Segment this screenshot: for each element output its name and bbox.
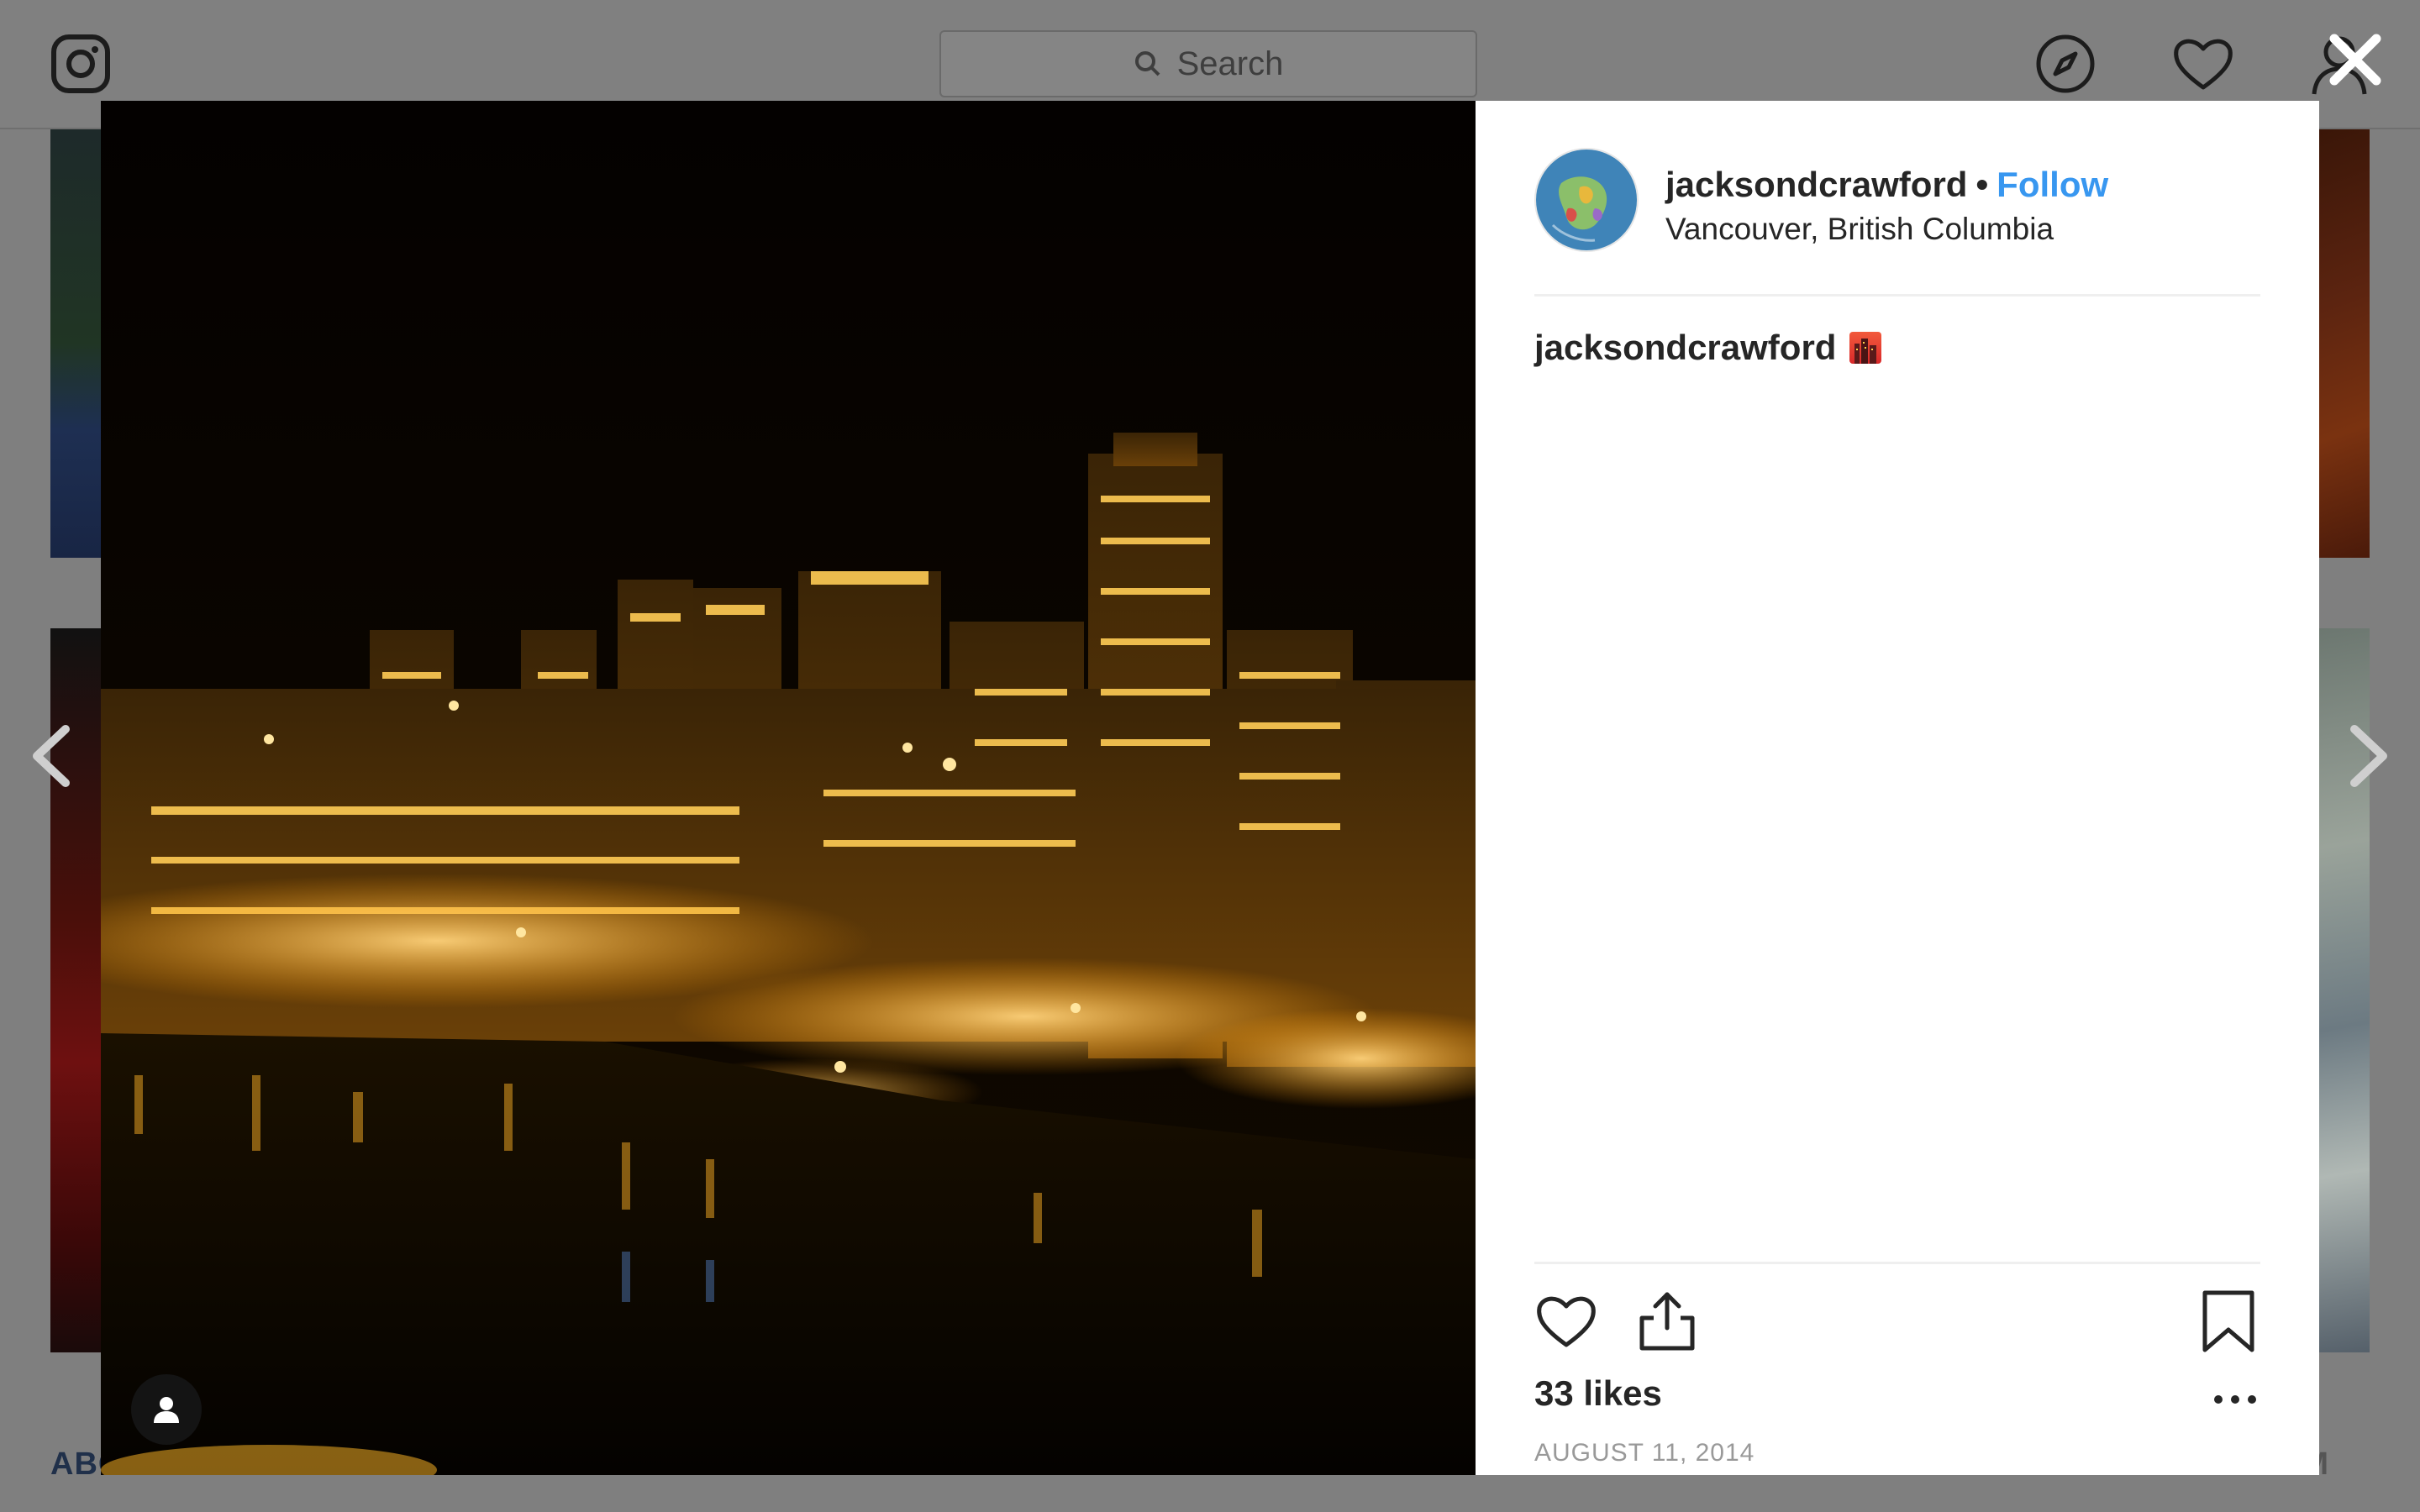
share-icon[interactable] [1635,1289,1699,1353]
search-input[interactable]: Search [939,30,1477,97]
follow-button[interactable]: Follow [1996,165,2108,204]
separator-dot: • [1975,165,1989,204]
city-night-photo [101,101,1476,1475]
compass-icon[interactable] [2033,32,2097,96]
post-sidebar: jacksondcrawford • Follow Vancouver, Briti… [1476,101,2319,1475]
post-modal: jacksondcrawford • Follow Vancouver, Briti… [101,101,2319,1475]
post-date: AUGUST 11, 2014 [1534,1439,1755,1467]
search-placeholder: Search [1176,45,1284,82]
tagged-users-button[interactable] [131,1374,202,1445]
post-header: jacksondcrawford • Follow Vancouver, Briti… [1534,148,2260,297]
bookmark-icon[interactable] [2196,1289,2260,1353]
more-icon[interactable] [2210,1387,2260,1412]
close-icon[interactable] [2326,30,2385,89]
post-caption: jacksondcrawford [1534,328,1882,368]
background-thumbnail [2319,129,2370,558]
post-location[interactable]: Vancouver, British Columbia [1665,212,2054,247]
globe-avatar-image [1536,150,1637,250]
post-author-line: jacksondcrawford • Follow [1665,165,2108,205]
post-actions-section: 33 likes AUGUST 11, 2014 [1534,1262,2260,1478]
likes-count[interactable]: 33 likes [1534,1373,1662,1414]
background-thumbnail [50,129,101,558]
chevron-right-icon[interactable] [2338,722,2396,790]
caption-username[interactable]: jacksondcrawford [1534,328,1836,368]
cityscape-at-dusk-emoji [1849,332,1882,364]
chevron-left-icon[interactable] [24,722,82,790]
search-icon [1134,51,1160,76]
heart-icon[interactable] [1534,1289,1598,1353]
post-username[interactable]: jacksondcrawford [1665,165,1967,204]
avatar[interactable] [1534,148,1639,252]
instagram-icon[interactable] [50,34,111,94]
user-icon [154,1397,179,1423]
heart-icon[interactable] [2171,32,2235,96]
post-photo[interactable] [101,101,1476,1475]
